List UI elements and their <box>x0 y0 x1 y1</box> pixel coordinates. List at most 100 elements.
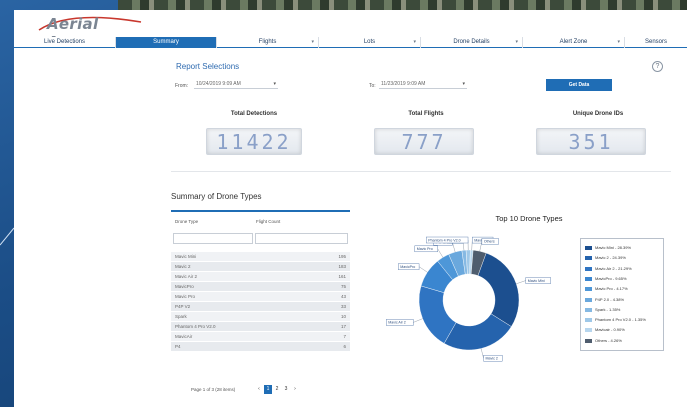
drone-type-cell: Mavic 2 <box>175 264 191 269</box>
flight-count-cell: 183 <box>338 264 346 269</box>
slice-label-leader <box>480 348 484 359</box>
slice-label: Mavic Air 2 <box>386 318 423 326</box>
tab-label: Drone Details <box>453 39 490 45</box>
total-detections-label: Total Detections <box>230 111 278 117</box>
flight-count-cell: 17 <box>340 324 346 329</box>
section-divider <box>171 171 671 172</box>
table-row[interactable]: Mavic Mini 195 <box>171 252 350 262</box>
donut-slice-mavic-mini[interactable] <box>477 252 520 327</box>
slice-label-text: Mavic 2 <box>486 357 498 361</box>
app-header: Aerial Armor <box>14 10 687 51</box>
tab-lots[interactable]: Lots ▾ <box>319 37 421 48</box>
drone-type-cell: MavicPro <box>175 284 194 289</box>
tab-alert-zone[interactable]: Alert Zone ▾ <box>523 37 625 48</box>
slice-label-leader <box>516 280 526 284</box>
get-data-button[interactable]: Get Data <box>546 79 612 91</box>
total-detections-display: 11422 <box>206 128 302 155</box>
help-icon[interactable]: ? <box>652 61 663 72</box>
tab-sensors[interactable]: Sensors <box>625 37 687 48</box>
table-row[interactable]: MavicAir 7 <box>171 332 350 342</box>
chart-title: Top 10 Drone Types <box>495 214 563 223</box>
chevron-down-icon: ▾ <box>273 81 276 87</box>
unique-drone-ids-label: Unique Drone IDs <box>572 111 624 117</box>
total-flights-display: 777 <box>374 128 474 155</box>
table-row[interactable]: Spark 10 <box>171 312 350 322</box>
table-row[interactable]: P4P V2 33 <box>171 302 350 312</box>
legend-label: Mavic Pro - 4.17% <box>595 286 628 292</box>
flight-count-cell: 195 <box>338 254 346 259</box>
tab-summary[interactable]: Summary <box>116 37 217 48</box>
table-row[interactable]: Mavic 2 183 <box>171 262 350 272</box>
slice-label: MavicPro <box>398 263 428 273</box>
flight-count-cell: 10 <box>340 314 346 319</box>
slice-label: Mavic Mini <box>516 277 551 284</box>
from-label: From: <box>175 83 189 89</box>
table-body: Mavic Mini 195 Mavic 2 183 Mavic Air 2 161 Mav… <box>171 252 350 352</box>
slice-label-text: MavicPro <box>400 265 415 269</box>
slice-label-text: Phantom 4 Pro V2.0 <box>428 238 460 242</box>
next-page-icon[interactable]: › <box>291 385 299 394</box>
flight-count-cell: 33 <box>340 304 346 309</box>
legend-label: MavicPro - 9.65% <box>595 275 627 281</box>
drone-type-filter-input[interactable] <box>173 233 253 244</box>
table-row[interactable]: P4 6 <box>171 342 350 352</box>
report-selections-title: Report Selections <box>176 62 240 71</box>
slice-label-leader <box>413 318 423 323</box>
drone-type-cell: Mavic Pro <box>175 294 196 299</box>
previous-page-icon[interactable]: ‹ <box>255 385 263 394</box>
flight-count-cell: 7 <box>343 334 346 339</box>
slice-label-text: Mavic Mini <box>528 279 545 283</box>
donut-chart: Mavic Mini Mavic 2 Mavic Air 2 MavicPro Mavi… <box>386 236 551 362</box>
slice-label-leader <box>452 242 456 253</box>
slice-label-text: Mavic Air 2 <box>388 321 406 325</box>
legend-swatch <box>585 307 592 312</box>
total-detections-value: 11422 <box>216 130 292 154</box>
flight-count-cell: 75 <box>340 284 346 289</box>
chevron-down-icon: ▾ <box>311 39 314 45</box>
aerial-armor-logo[interactable]: Aerial Armor <box>29 14 149 51</box>
main-nav: Live Detections Summary Flights ▾ Lots ▾ D… <box>14 37 687 48</box>
column-header-flight-count[interactable]: Flight Count <box>256 219 280 224</box>
chevron-down-icon: ▾ <box>515 39 518 45</box>
drone-type-cell: Mavic Air 2 <box>175 274 198 279</box>
from-date-select[interactable]: 10/24/2019 9:09 AM ▾ <box>194 80 278 89</box>
table-header: Drone Type Flight Count <box>171 216 350 226</box>
legend-swatch <box>585 328 592 333</box>
drone-type-cell: MavicAir <box>175 334 193 339</box>
table-row[interactable]: MavicPro 75 <box>171 282 350 292</box>
tab-drone-details[interactable]: Drone Details ▾ <box>421 37 523 48</box>
slice-label-leader <box>437 248 444 258</box>
tab-live-detections[interactable]: Live Detections <box>14 37 116 48</box>
chevron-down-icon: ▾ <box>462 81 465 87</box>
tab-label: Alert Zone <box>559 39 588 45</box>
legend-label: Mavic Air 2 - 21.29% <box>595 265 632 271</box>
legend-swatch <box>585 276 592 281</box>
column-header-drone-type[interactable]: Drone Type <box>175 219 198 224</box>
tab-label: Sensors <box>644 39 667 45</box>
pager: Page 1 of 3 (28 items) ‹ 1 2 3 › <box>171 385 350 395</box>
legend-label: Mavic 2 - 24.39% <box>595 255 626 261</box>
legend-label: P4P 2.0 - 4.38% <box>595 296 625 302</box>
chevron-down-icon: ▾ <box>617 39 620 45</box>
table-row[interactable]: Phantom 4 Pro V2.0 17 <box>171 322 350 332</box>
slice-label-text: Mavic Pro <box>417 247 433 251</box>
page-3-button[interactable]: 3 <box>282 385 290 394</box>
legend-label: Spark - 1.35% <box>595 306 621 312</box>
legend-swatch <box>585 318 592 323</box>
flight-count-cell: 161 <box>338 274 346 279</box>
drone-type-cell: Phantom 4 Pro V2.0 <box>175 324 216 329</box>
to-date-select[interactable]: 11/23/2019 9:09 AM ▾ <box>379 80 467 89</box>
table-row[interactable]: Mavic Pro 43 <box>171 292 350 302</box>
flight-count-filter-input[interactable] <box>255 233 348 244</box>
drone-type-cell: P4 <box>175 344 181 349</box>
page-2-button[interactable]: 2 <box>273 385 281 394</box>
unique-drone-ids-value: 351 <box>568 130 614 154</box>
legend-swatch <box>585 287 592 292</box>
from-date-value: 10/24/2019 9:09 AM <box>196 81 241 87</box>
tab-flights[interactable]: Flights ▾ <box>217 37 319 48</box>
total-flights-label: Total Flights <box>408 111 444 117</box>
table-row[interactable]: Mavic Air 2 161 <box>171 272 350 282</box>
unique-drone-ids-display: 351 <box>536 128 646 155</box>
page-1-button[interactable]: 1 <box>264 385 272 394</box>
tab-label: Live Detections <box>43 39 86 45</box>
